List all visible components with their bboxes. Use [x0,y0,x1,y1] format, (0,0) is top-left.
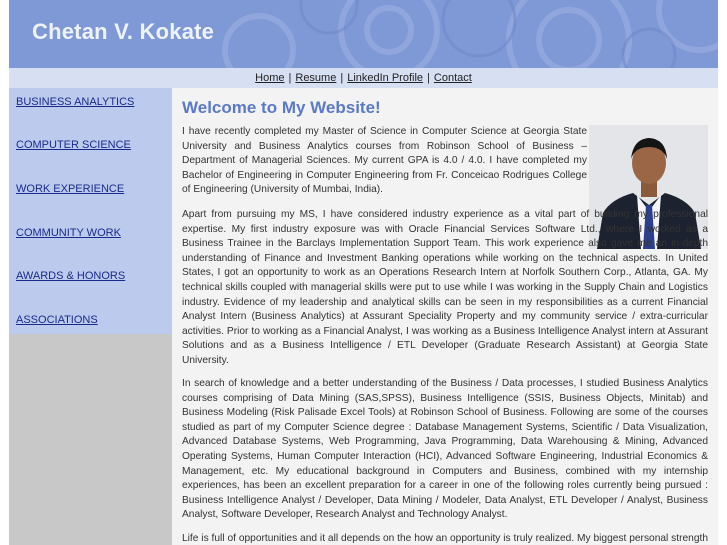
sidebar-item-associations[interactable]: ASSOCIATIONS [16,314,98,326]
closing-paragraph: Life is full of opportunities and it all… [182,533,708,544]
sidebar: BUSINESS ANALYTICS COMPUTER SCIENCE WORK… [9,88,172,334]
left-border [0,0,9,545]
nav-contact-link[interactable]: Contact [434,72,472,84]
sidebar-item-business-analytics[interactable]: BUSINESS ANALYTICS [16,96,134,108]
nav-home-link[interactable]: Home [255,72,284,84]
nav-resume-link[interactable]: Resume [295,72,336,84]
sidebar-item-computer-science[interactable]: COMPUTER SCIENCE [16,139,131,151]
nav-separator: | [288,72,292,84]
site-header: Chetan V. Kokate [9,0,718,68]
site-title: Chetan V. Kokate [32,19,215,44]
sidebar-item-work-experience[interactable]: WORK EXPERIENCE [16,183,124,195]
sidebar-filler [9,334,172,545]
sidebar-item-community-work[interactable]: COMMUNITY WORK [16,227,121,239]
experience-paragraph: Apart from pursuing my MS, I have consid… [182,209,708,366]
nav-linkedin-link[interactable]: LinkedIn Profile [347,72,423,84]
nav-separator: | [340,72,344,84]
page-title: Welcome to My Website! [182,98,381,117]
main-content: Welcome to My Website! I have recently c… [172,88,718,545]
top-nav: Home | Resume | LinkedIn Profile | Contact [9,68,718,88]
right-border [718,0,727,545]
education-paragraph: In search of knowledge and a better unde… [182,378,708,521]
sidebar-item-awards-honors[interactable]: AWARDS & HONORS [16,270,125,282]
nav-separator: | [427,72,430,84]
intro-paragraph: I have recently completed my Master of S… [182,126,587,196]
